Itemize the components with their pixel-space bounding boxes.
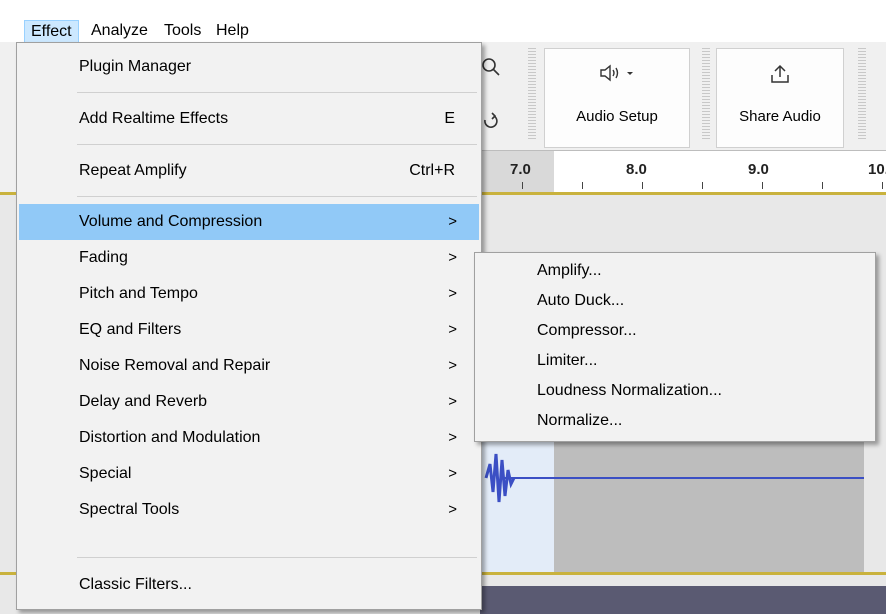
chevron-right-icon: >	[448, 429, 457, 446]
tick-label: 10.	[868, 161, 886, 178]
toolbar-grip[interactable]	[702, 48, 710, 140]
submenu-item-label: Loudness Normalization...	[537, 382, 722, 399]
menu-item-label: Noise Removal and Repair	[79, 357, 271, 374]
tick-label: 7.0	[510, 161, 531, 178]
submenu-item-label: Auto Duck...	[537, 292, 625, 309]
menu-item-delay-and-reverb[interactable]: Delay and Reverb >	[19, 384, 479, 420]
chevron-right-icon: >	[448, 285, 457, 302]
menu-analyze[interactable]: Analyze	[85, 20, 154, 44]
menu-item-plugin-manager[interactable]: Plugin Manager	[19, 49, 479, 85]
toolbar-grip[interactable]	[528, 48, 536, 140]
menu-item-label: Add Realtime Effects	[79, 110, 229, 127]
tick-mark	[522, 182, 523, 189]
share-icon	[717, 63, 843, 90]
menu-separator	[77, 92, 477, 93]
submenu-item-label: Normalize...	[537, 412, 623, 429]
tick-mark	[822, 182, 823, 189]
menu-item-eq-and-filters[interactable]: EQ and Filters >	[19, 312, 479, 348]
menu-item-add-realtime-effects[interactable]: Add Realtime Effects E	[19, 101, 479, 137]
menu-effect[interactable]: Effect	[24, 20, 79, 44]
submenu-item-normalize[interactable]: Normalize...	[477, 405, 873, 437]
menu-item-distortion-and-modulation[interactable]: Distortion and Modulation >	[19, 420, 479, 456]
menu-item-volume-and-compression[interactable]: Volume and Compression >	[19, 204, 479, 240]
menu-item-fading[interactable]: Fading >	[19, 240, 479, 276]
redo-icon[interactable]	[480, 110, 502, 137]
menu-separator	[77, 144, 477, 145]
submenu-item-label: Compressor...	[537, 322, 637, 339]
tick-mark	[642, 182, 643, 189]
tick-mark	[882, 182, 883, 189]
tick-label: 8.0	[626, 161, 647, 178]
volume-compression-submenu: Amplify... Auto Duck... Compressor... Li…	[474, 252, 876, 442]
waveform-burst	[484, 444, 524, 519]
tick-mark	[582, 182, 583, 189]
audio-setup-label: Audio Setup	[576, 108, 658, 125]
shortcut-label: E	[444, 110, 455, 127]
tick-label: 9.0	[748, 161, 769, 178]
menu-item-label: Delay and Reverb	[79, 393, 208, 410]
zoom-icon[interactable]	[480, 56, 502, 83]
menu-item-spectral-tools[interactable]: Spectral Tools >	[19, 492, 479, 528]
menu-item-label: Plugin Manager	[79, 58, 192, 75]
tick-mark	[762, 182, 763, 189]
chevron-right-icon: >	[448, 213, 457, 230]
menu-item-label: Repeat Amplify	[79, 162, 187, 179]
chevron-right-icon: >	[448, 393, 457, 410]
submenu-item-label: Amplify...	[537, 262, 602, 279]
audio-setup-button[interactable]: Audio Setup	[544, 48, 690, 148]
audio-track[interactable]	[554, 442, 864, 572]
menu-item-noise-removal-and-repair[interactable]: Noise Removal and Repair >	[19, 348, 479, 384]
menu-item-label: Volume and Compression	[79, 213, 263, 230]
toolbar: Audio Setup Share Audio	[480, 42, 886, 150]
menu-item-repeat-amplify[interactable]: Repeat Amplify Ctrl+R	[19, 153, 479, 189]
menu-item-label: Classic Filters...	[79, 576, 192, 593]
chevron-right-icon: >	[448, 501, 457, 518]
submenu-item-limiter[interactable]: Limiter...	[477, 345, 873, 377]
chevron-right-icon: >	[448, 321, 457, 338]
menu-item-classic-filters[interactable]: Classic Filters...	[19, 567, 479, 603]
timeline-ruler[interactable]: 7.0 8.0 9.0 10.	[480, 150, 886, 193]
submenu-item-label: Limiter...	[537, 352, 598, 369]
chevron-right-icon: >	[448, 249, 457, 266]
menu-help[interactable]: Help	[210, 20, 255, 44]
submenu-item-amplify[interactable]: Amplify...	[477, 255, 873, 287]
menu-item-label: Fading	[79, 249, 128, 266]
toolbar-grip[interactable]	[858, 48, 866, 140]
effect-menu: Plugin Manager Add Realtime Effects E Re…	[16, 42, 482, 610]
chevron-right-icon: >	[448, 465, 457, 482]
menu-bar: Effect Analyze Tools Help	[0, 0, 886, 44]
waveform	[500, 477, 864, 479]
submenu-item-loudness-normalization[interactable]: Loudness Normalization...	[477, 375, 873, 407]
chevron-right-icon: >	[448, 357, 457, 374]
submenu-item-compressor[interactable]: Compressor...	[477, 315, 873, 347]
menu-item-label: Distortion and Modulation	[79, 429, 261, 446]
track-bottom-bar	[480, 586, 886, 614]
menu-item-label: EQ and Filters	[79, 321, 182, 338]
share-audio-button[interactable]: Share Audio	[716, 48, 844, 148]
menu-item-special[interactable]: Special >	[19, 456, 479, 492]
shortcut-label: Ctrl+R	[409, 162, 455, 179]
menu-item-pitch-and-tempo[interactable]: Pitch and Tempo >	[19, 276, 479, 312]
speaker-icon	[545, 63, 689, 88]
menu-item-label: Spectral Tools	[79, 501, 180, 518]
share-audio-label: Share Audio	[739, 108, 821, 125]
tick-mark	[702, 182, 703, 189]
menu-item-label: Pitch and Tempo	[79, 285, 198, 302]
menu-separator	[77, 196, 477, 197]
menu-item-label: Special	[79, 465, 132, 482]
menu-tools[interactable]: Tools	[158, 20, 207, 44]
submenu-item-auto-duck[interactable]: Auto Duck...	[477, 285, 873, 317]
menu-separator	[77, 557, 477, 558]
